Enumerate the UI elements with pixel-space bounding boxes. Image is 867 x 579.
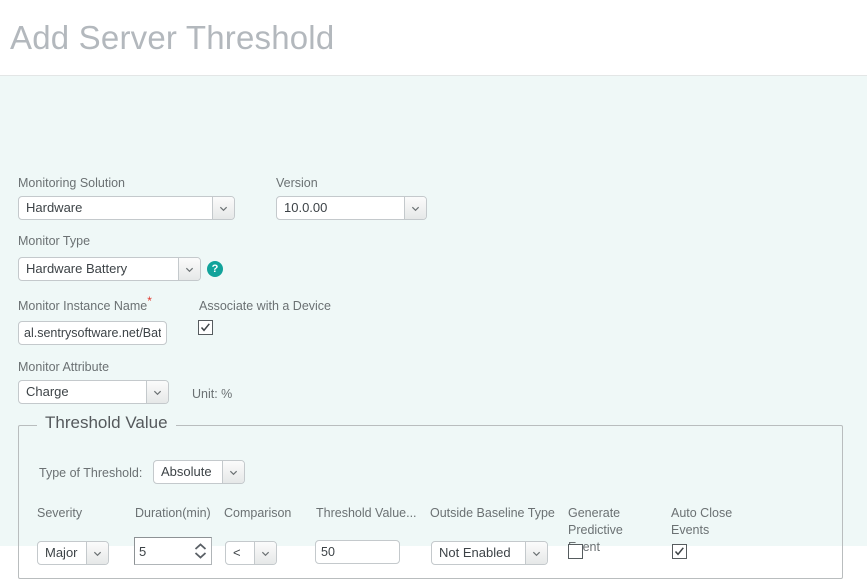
- chevron-down-icon[interactable]: [404, 197, 426, 219]
- monitor-attribute-label: Monitor Attribute: [18, 359, 109, 375]
- monitor-type-label: Monitor Type: [18, 233, 90, 249]
- chevron-up-icon[interactable]: [194, 543, 207, 551]
- threshold-value-fieldset: Threshold Value Type of Threshold: Absol…: [18, 425, 843, 579]
- page-header: Add Server Threshold: [0, 0, 867, 76]
- generate-predictive-event-checkbox[interactable]: [568, 544, 583, 559]
- threshold-value-legend: Threshold Value: [37, 413, 176, 433]
- column-header-threshold-value: Threshold Value...: [316, 505, 417, 522]
- monitor-type-value: Hardware Battery: [19, 258, 200, 280]
- version-label: Version: [276, 175, 318, 191]
- chevron-down-icon[interactable]: [194, 551, 207, 559]
- column-header-auto-close-events: Auto Close Events: [671, 505, 743, 539]
- outside-baseline-type-select[interactable]: Not Enabled: [431, 541, 548, 565]
- column-header-severity: Severity: [37, 505, 82, 522]
- page-title: Add Server Threshold: [10, 21, 334, 54]
- chevron-down-icon[interactable]: [222, 461, 244, 483]
- stepper-buttons[interactable]: [191, 538, 209, 564]
- comparison-select[interactable]: <: [225, 541, 277, 565]
- chevron-down-icon[interactable]: [525, 542, 547, 564]
- monitor-instance-name-label-text: Monitor Instance Name: [18, 299, 147, 313]
- auto-close-events-checkbox[interactable]: [672, 544, 687, 559]
- column-header-outside-baseline-type: Outside Baseline Type: [430, 505, 555, 522]
- monitoring-solution-value: Hardware: [19, 197, 234, 219]
- unit-text: Unit: %: [192, 386, 232, 402]
- chevron-down-icon[interactable]: [254, 542, 276, 564]
- threshold-value-input[interactable]: [315, 540, 400, 564]
- form-body: Monitoring Solution Hardware Version 10.…: [0, 76, 867, 546]
- monitor-type-select[interactable]: Hardware Battery: [18, 257, 201, 281]
- check-icon: [200, 322, 211, 333]
- version-select[interactable]: 10.0.00: [276, 196, 427, 220]
- duration-stepper[interactable]: [134, 537, 212, 565]
- help-icon[interactable]: ?: [207, 261, 223, 277]
- column-header-duration: Duration(min): [135, 505, 211, 522]
- chevron-down-icon[interactable]: [86, 542, 108, 564]
- associate-with-device-label: Associate with a Device: [199, 298, 331, 314]
- monitor-attribute-select[interactable]: Charge: [18, 380, 169, 404]
- monitoring-solution-select[interactable]: Hardware: [18, 196, 235, 220]
- chevron-down-icon[interactable]: [178, 258, 200, 280]
- associate-with-device-checkbox[interactable]: [198, 320, 213, 335]
- severity-select[interactable]: Major: [37, 541, 109, 565]
- monitor-instance-name-label: Monitor Instance Name*: [18, 298, 152, 314]
- chevron-down-icon[interactable]: [146, 381, 168, 403]
- monitoring-solution-label: Monitoring Solution: [18, 175, 125, 191]
- type-of-threshold-label: Type of Threshold:: [39, 465, 142, 481]
- column-header-comparison: Comparison: [224, 505, 291, 522]
- type-of-threshold-select[interactable]: Absolute: [153, 460, 245, 484]
- chevron-down-icon[interactable]: [212, 197, 234, 219]
- monitor-instance-name-input[interactable]: [18, 321, 167, 345]
- required-marker: *: [147, 294, 152, 308]
- check-icon: [674, 546, 685, 557]
- duration-input[interactable]: [135, 538, 187, 564]
